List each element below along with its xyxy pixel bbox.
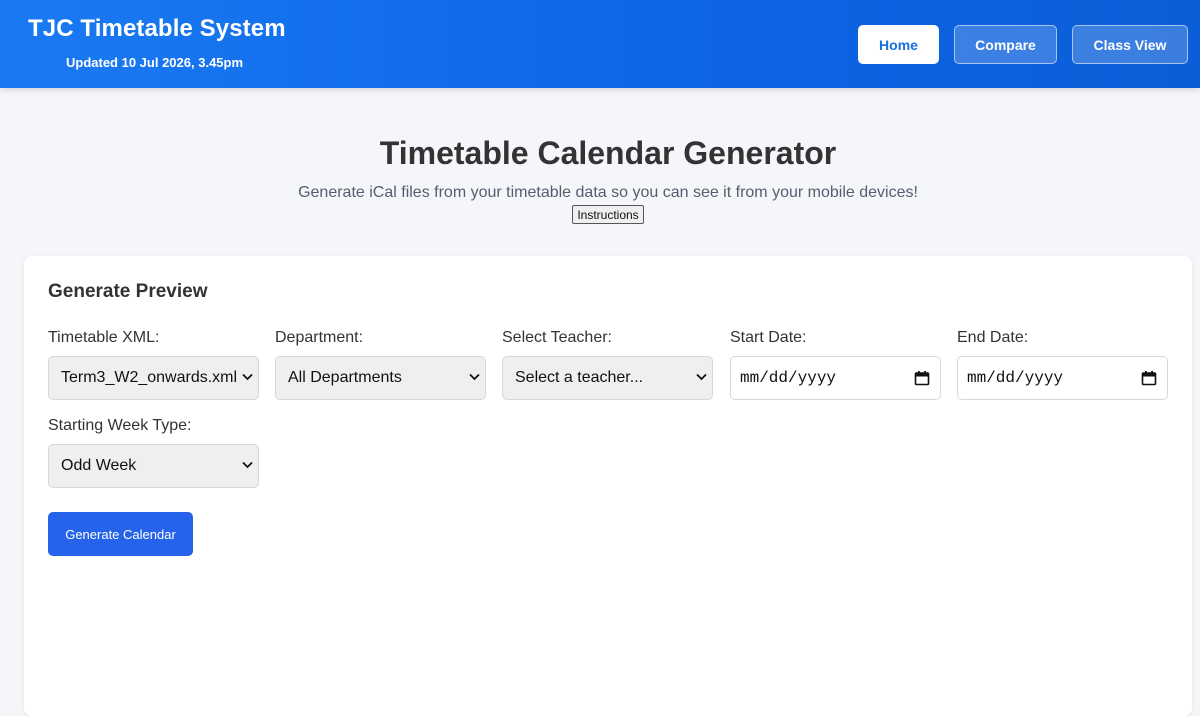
start-date-input[interactable]: mm/dd/yyyy bbox=[730, 356, 941, 400]
nav-class-view-button[interactable]: Class View bbox=[1072, 25, 1188, 64]
chevron-down-icon bbox=[236, 460, 258, 472]
app-title: TJC Timetable System bbox=[28, 15, 286, 42]
nav-home-button[interactable]: Home bbox=[858, 25, 939, 64]
start-date-label: Start Date: bbox=[730, 329, 807, 346]
xml-select-value: Term3_W2_onwards.xml bbox=[61, 369, 236, 386]
xml-select[interactable]: Term3_W2_onwards.xml bbox=[48, 356, 259, 400]
calendar-icon[interactable] bbox=[1141, 370, 1157, 386]
start-date-value: mm/dd/yyyy bbox=[740, 369, 837, 387]
week-type-select[interactable]: Odd Week bbox=[48, 444, 259, 488]
chevron-down-icon bbox=[690, 372, 712, 384]
updated-timestamp: Updated 10 Jul 2026, 3.45pm bbox=[66, 55, 244, 70]
end-date-label: End Date: bbox=[957, 329, 1029, 346]
calendar-icon[interactable] bbox=[914, 370, 930, 386]
teacher-select-value: Select a teacher... bbox=[515, 369, 644, 386]
chevron-down-icon bbox=[463, 372, 485, 384]
department-select-value: All Departments bbox=[288, 369, 402, 386]
week-type-label: Starting Week Type: bbox=[48, 417, 192, 434]
page-title: Timetable Calendar Generator bbox=[379, 135, 837, 171]
department-label: Department: bbox=[275, 329, 364, 346]
week-type-select-value: Odd Week bbox=[61, 457, 137, 474]
end-date-value: mm/dd/yyyy bbox=[967, 369, 1064, 387]
nav-compare-button[interactable]: Compare bbox=[954, 25, 1057, 64]
teacher-label: Select Teacher: bbox=[502, 329, 612, 346]
card-title: Generate Preview bbox=[48, 281, 208, 302]
app-header: TJC Timetable System Updated 10 Jul 2026… bbox=[0, 0, 1200, 88]
instructions-button[interactable]: Instructions bbox=[572, 205, 644, 224]
generate-calendar-button[interactable]: Generate Calendar bbox=[48, 512, 193, 556]
department-select[interactable]: All Departments bbox=[275, 356, 486, 400]
xml-label: Timetable XML: bbox=[48, 329, 160, 346]
page-subtitle: Generate iCal files from your timetable … bbox=[298, 184, 918, 201]
chevron-down-icon bbox=[236, 372, 258, 384]
teacher-select[interactable]: Select a teacher... bbox=[502, 356, 713, 400]
end-date-input[interactable]: mm/dd/yyyy bbox=[957, 356, 1168, 400]
generate-preview-card: Generate Preview Timetable XML: Departme… bbox=[24, 256, 1192, 716]
